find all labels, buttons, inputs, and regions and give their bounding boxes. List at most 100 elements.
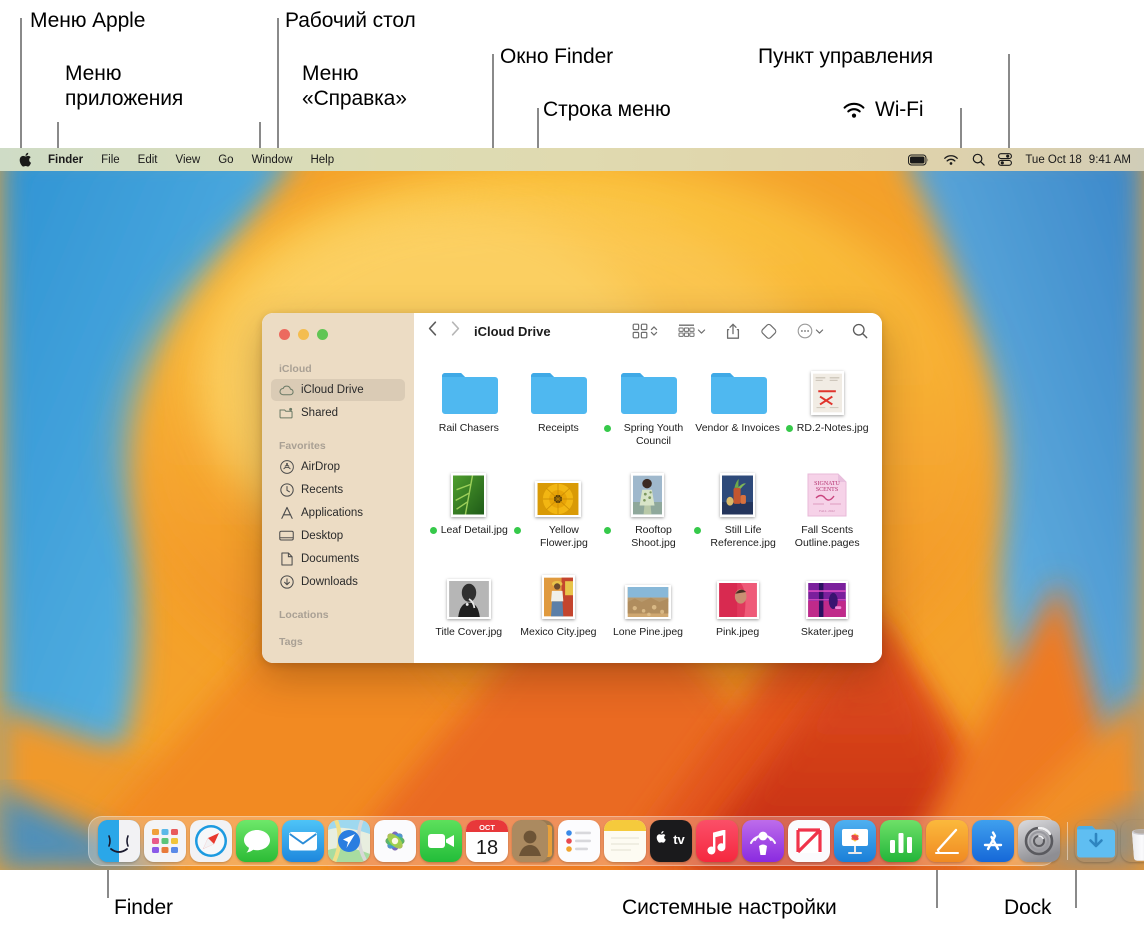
file-item[interactable]: Rooftop Shoot.jpg [603, 459, 693, 561]
annotation-system-settings: Системные настройки [622, 896, 837, 919]
file-item[interactable]: Skater.jpeg [782, 561, 872, 663]
annotation-control-center: Пункт управления [758, 45, 934, 68]
dock-item-system-settings[interactable] [1018, 820, 1060, 862]
file-thumbnail [806, 567, 849, 619]
dock-item-pages[interactable] [926, 820, 968, 862]
dock-item-numbers[interactable] [880, 820, 922, 862]
file-thumbnail [720, 465, 756, 517]
annotation-wifi: Wi-Fi [875, 98, 924, 121]
downloads-icon [279, 575, 294, 590]
dock-item-keynote[interactable] [834, 820, 876, 862]
group-by-button[interactable] [678, 323, 706, 339]
sidebar-item-icloud-drive[interactable]: iCloud Drive [271, 379, 405, 401]
dock-item-calendar[interactable]: OCT 18 [466, 820, 508, 862]
share-button[interactable] [726, 323, 740, 340]
finder-window[interactable]: iCloud iCloud Drive Shared Favorites Air… [262, 313, 882, 663]
annotation-menu-bar: Строка меню [543, 98, 671, 121]
leader-menu-bar [537, 108, 539, 148]
menu-item-go[interactable]: Go [209, 154, 242, 166]
menu-item-window[interactable]: Window [243, 154, 302, 166]
wifi-icon[interactable] [943, 154, 959, 166]
minimize-button[interactable] [298, 329, 309, 340]
zoom-button[interactable] [317, 329, 328, 340]
dock-item-podcasts[interactable] [742, 820, 784, 862]
leader-help-menu [259, 122, 261, 148]
file-item[interactable]: Lone Pine.jpeg [603, 561, 693, 663]
menu-item-file[interactable]: File [92, 154, 129, 166]
svg-text:FALL 2022: FALL 2022 [819, 509, 835, 513]
applications-icon [279, 506, 294, 521]
battery-icon[interactable] [908, 154, 930, 166]
search-button[interactable] [852, 323, 868, 339]
sidebar-item-desktop[interactable]: Desktop [271, 525, 405, 547]
group-by-icon [678, 324, 695, 337]
dock-item-appletv[interactable]: tv [650, 820, 692, 862]
sidebar-header-favorites: Favorites [279, 440, 326, 452]
chevron-left-icon [428, 321, 437, 336]
menubar-time[interactable]: 9:41 AM [1089, 154, 1131, 166]
file-label: Receipts [537, 422, 579, 434]
clock-icon [279, 483, 294, 498]
back-button[interactable] [428, 321, 437, 341]
menubar-date[interactable]: Tue Oct 18 [1025, 154, 1081, 166]
finder-file-grid[interactable]: Rail Chasers Receipts Spring Youth Counc… [414, 349, 882, 663]
dock-item-reminders[interactable] [558, 820, 600, 862]
sidebar-item-applications[interactable]: Applications [271, 502, 405, 524]
file-item[interactable]: Title Cover.jpg [424, 561, 514, 663]
file-item[interactable]: Still Life Reference.jpg [693, 459, 783, 561]
dock-item-notes[interactable] [604, 820, 646, 862]
dock-item-music[interactable] [696, 820, 738, 862]
file-thumbnail [631, 465, 665, 517]
menu-item-help[interactable]: Help [301, 154, 343, 166]
sidebar-item-documents[interactable]: Documents [271, 548, 405, 570]
dock-item-photos[interactable] [374, 820, 416, 862]
dock-item-contacts[interactable] [512, 820, 554, 862]
sidebar-item-shared[interactable]: Shared [271, 402, 405, 424]
menu-item-edit[interactable]: Edit [129, 154, 167, 166]
sidebar-label: Desktop [301, 530, 344, 542]
control-center-icon[interactable] [998, 153, 1013, 166]
menu-bar[interactable]: Finder File Edit View Go Window Help Tue… [0, 148, 1144, 171]
more-actions-button[interactable] [797, 323, 824, 339]
dock-item-downloads[interactable] [1075, 820, 1117, 862]
dock-item-messages[interactable] [236, 820, 278, 862]
sidebar-item-airdrop[interactable]: AirDrop [271, 456, 405, 478]
file-item[interactable]: Spring Youth Council [603, 357, 693, 459]
dock-item-mail[interactable] [282, 820, 324, 862]
close-button[interactable] [279, 329, 290, 340]
file-item[interactable]: SIGNATU SCENTS FALL 2022 Fall Scents Out… [782, 459, 872, 561]
file-item[interactable]: Leaf Detail.jpg [424, 459, 514, 561]
sync-badge-icon [693, 527, 701, 534]
menu-item-view[interactable]: View [167, 154, 210, 166]
dock-item-trash[interactable] [1121, 820, 1144, 862]
spotlight-search-icon[interactable] [972, 153, 986, 166]
apple-menu-button[interactable] [12, 152, 39, 167]
dock-item-launchpad[interactable] [144, 820, 186, 862]
dock-item-facetime[interactable] [420, 820, 462, 862]
dock-item-appstore[interactable] [972, 820, 1014, 862]
file-item[interactable]: Pink.jpeg [693, 561, 783, 663]
file-label: Rail Chasers [438, 422, 499, 434]
dock-item-finder[interactable] [98, 820, 140, 862]
file-thumbnail [451, 465, 487, 517]
tag-button[interactable] [760, 323, 777, 340]
sidebar-header-locations: Locations [279, 609, 329, 621]
file-label: Rooftop Shoot.jpg [603, 524, 692, 550]
file-item[interactable]: Mexico City.jpeg [514, 561, 604, 663]
window-controls[interactable] [271, 313, 405, 358]
sidebar-item-downloads[interactable]: Downloads [271, 571, 405, 593]
dock-item-safari[interactable] [190, 820, 232, 862]
view-options-button[interactable] [632, 323, 658, 339]
dock-item-maps[interactable] [328, 820, 370, 862]
forward-button[interactable] [451, 321, 460, 341]
menu-item-finder[interactable]: Finder [39, 154, 92, 166]
finder-toolbar[interactable]: iCloud Drive [414, 313, 882, 349]
file-item[interactable]: Rail Chasers [424, 357, 514, 459]
file-item[interactable]: Yellow Flower.jpg [514, 459, 604, 561]
file-item[interactable]: Vendor & Invoices [693, 357, 783, 459]
dock[interactable]: OCT 18 tv [88, 816, 1144, 866]
dock-item-news[interactable] [788, 820, 830, 862]
sidebar-item-recents[interactable]: Recents [271, 479, 405, 501]
file-item[interactable]: RD.2-Notes.jpg [782, 357, 872, 459]
file-item[interactable]: Receipts [514, 357, 604, 459]
